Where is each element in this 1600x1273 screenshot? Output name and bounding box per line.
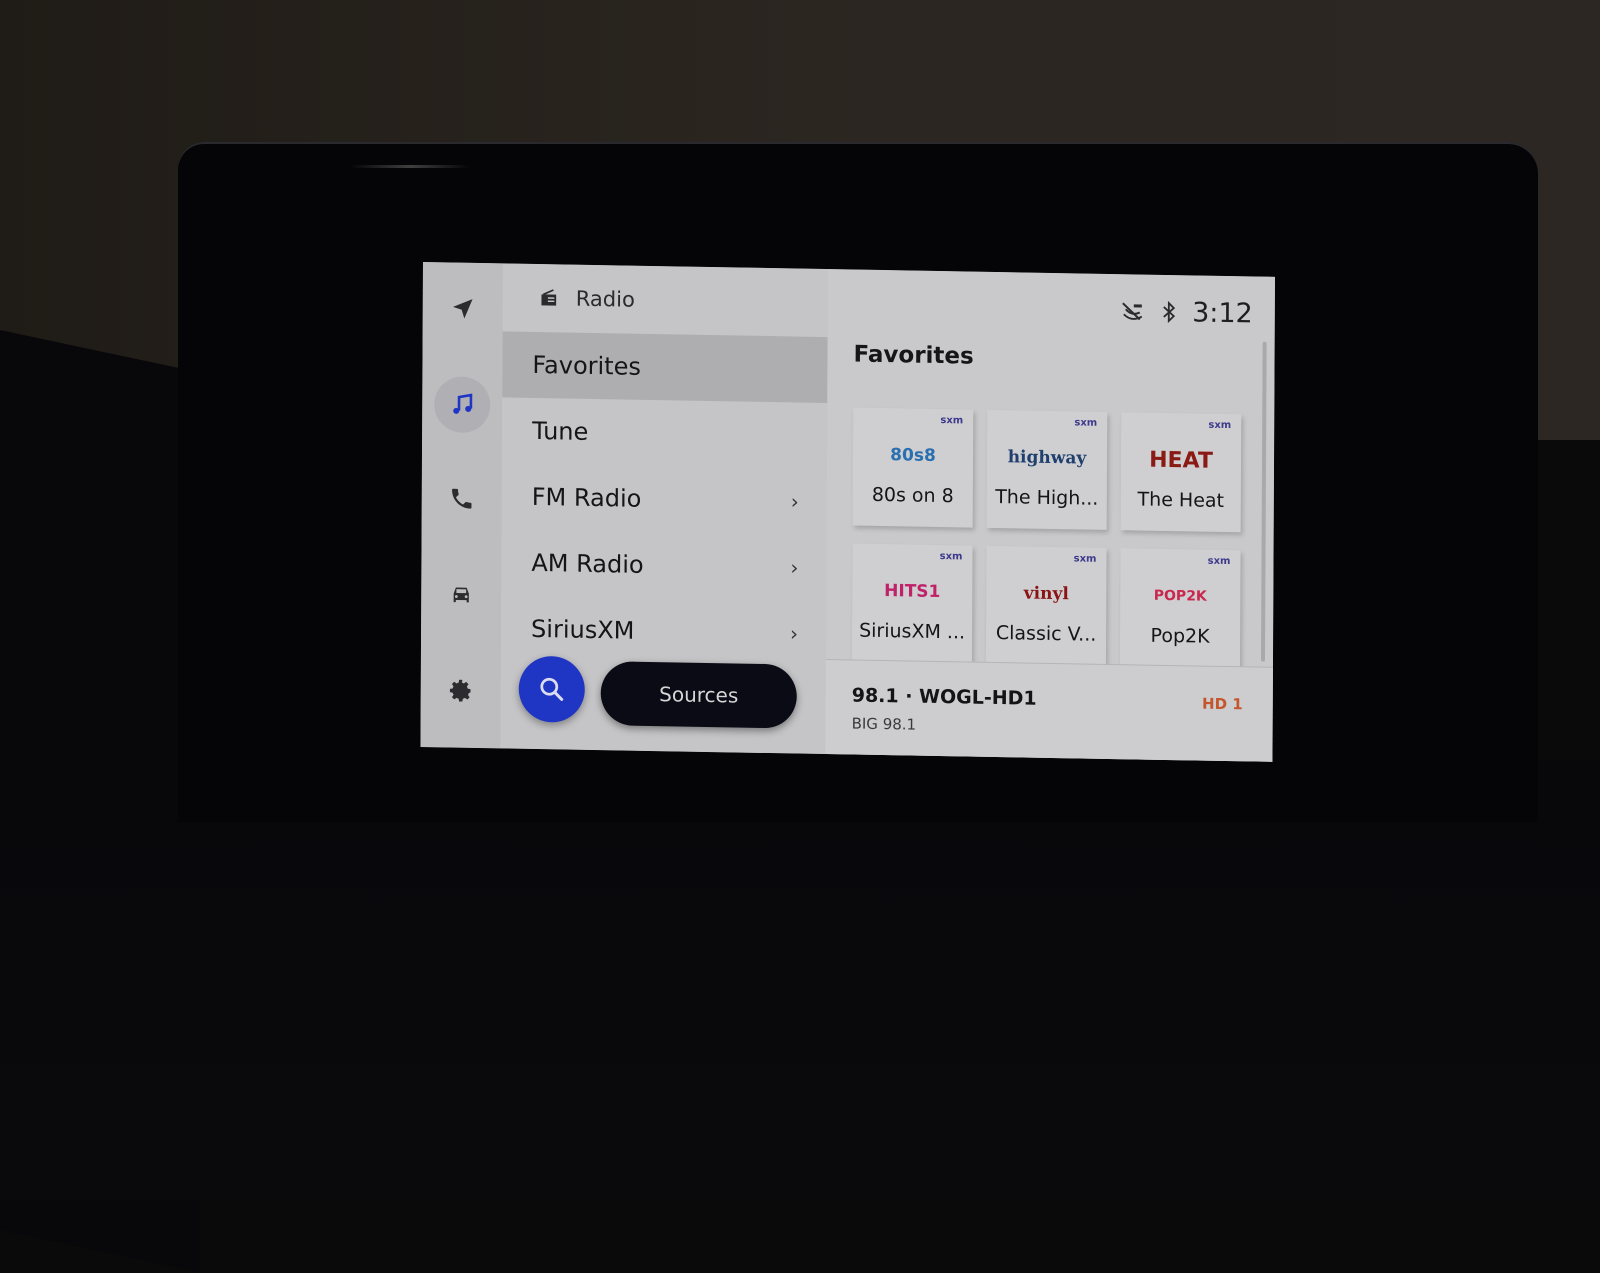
favorite-tile-siriusxm-hits1[interactable]: sxm HITS1 SiriusXM ... [851,543,973,664]
favorites-pane: 3:12 Favorites sxm 80s8 80s on 8 sxm hig… [825,269,1275,762]
sxm-badge-icon: sxm [940,415,964,427]
music-note-icon [453,393,473,414]
menu-item-label: Favorites [532,350,641,381]
now-playing-title: 98.1 · WOGL-HD1 [851,684,1037,710]
search-icon [540,677,564,701]
scrollbar[interactable] [1260,341,1267,662]
rail-phone-button[interactable] [434,470,490,527]
sxm-badge-icon: sxm [1207,555,1231,568]
menu-item-fm-radio[interactable]: FM Radio › [502,463,827,535]
car-icon [453,587,469,603]
tile-label: 80s on 8 [871,483,954,508]
rail-settings-button[interactable] [433,662,489,719]
menu-item-label: Tune [532,416,589,446]
tile-label: The High... [995,485,1099,510]
tile-label: The Heat [1137,488,1225,512]
now-playing-subtitle: BIG 98.1 [851,714,917,734]
favorite-tile-classic-vinyl[interactable]: sxm vinyl Classic V... [985,545,1107,666]
station-logo: vinyl [1023,583,1069,605]
search-button[interactable] [518,655,585,723]
menu-item-label: AM Radio [531,548,644,579]
gear-icon [449,679,471,702]
tile-label: SiriusXM ... [859,619,966,644]
voice-disabled-icon [1122,302,1143,321]
rail-media-button[interactable] [434,376,491,434]
chevron-right-icon: › [790,621,799,646]
favorite-tile-the-highway[interactable]: sxm highway The High... [986,409,1108,530]
station-logo: highway [1007,447,1087,469]
app-rail [420,262,503,749]
tile-label: Pop2K [1150,624,1210,648]
page-title: Favorites [853,341,974,370]
status-bar: 3:12 [1120,296,1253,329]
radio-icon [541,289,557,306]
tile-label: Classic V... [995,622,1097,646]
radio-menu: Radio Favorites Tune FM Radio › AM Radio… [500,263,828,755]
menu-item-label: FM Radio [531,482,642,513]
sxm-badge-icon: sxm [1073,553,1097,565]
menu-item-am-radio[interactable]: AM Radio › [501,529,826,601]
sources-button[interactable]: Sources [600,661,797,729]
menu-item-label: SiriusXM [531,614,635,645]
chevron-right-icon: › [790,489,799,514]
bezel-reflection [350,165,470,168]
menu-title: Radio [575,286,635,312]
chevron-right-icon: › [790,555,799,580]
menu-item-favorites[interactable]: Favorites [502,331,828,404]
menu-header: Radio [538,282,635,316]
menu-item-tune[interactable]: Tune [502,397,827,469]
bluetooth-icon [1163,300,1176,324]
favorites-grid: sxm 80s8 80s on 8 sxm highway The High..… [851,407,1249,669]
station-logo: 80s8 [890,445,936,466]
phone-icon [452,488,472,509]
dashboard-lower [0,760,1600,1200]
sxm-badge-icon: sxm [939,551,963,563]
navigation-arrow-icon [453,299,473,319]
station-logo: HEAT [1149,447,1213,474]
rail-vehicle-button[interactable] [433,566,489,623]
station-logo: HITS1 [884,581,941,603]
favorite-tile-the-heat[interactable]: sxm HEAT The Heat [1120,412,1242,533]
sxm-badge-icon: sxm [1208,419,1232,432]
rail-navigation-button[interactable] [435,280,491,337]
clock: 3:12 [1192,296,1253,329]
favorite-tile-pop2k[interactable]: sxm POP2K Pop2K [1119,548,1241,669]
station-logo: POP2K [1153,587,1207,605]
sxm-badge-icon: sxm [1074,417,1098,429]
hd-radio-icon: HD 1 [1202,694,1243,714]
favorite-tile-80s-on-8[interactable]: sxm 80s8 80s on 8 [852,407,974,528]
infotainment-screen: Radio Favorites Tune FM Radio › AM Radio… [420,262,1275,762]
now-playing-bar[interactable]: 98.1 · WOGL-HD1 BIG 98.1 HD 1 [825,659,1273,762]
